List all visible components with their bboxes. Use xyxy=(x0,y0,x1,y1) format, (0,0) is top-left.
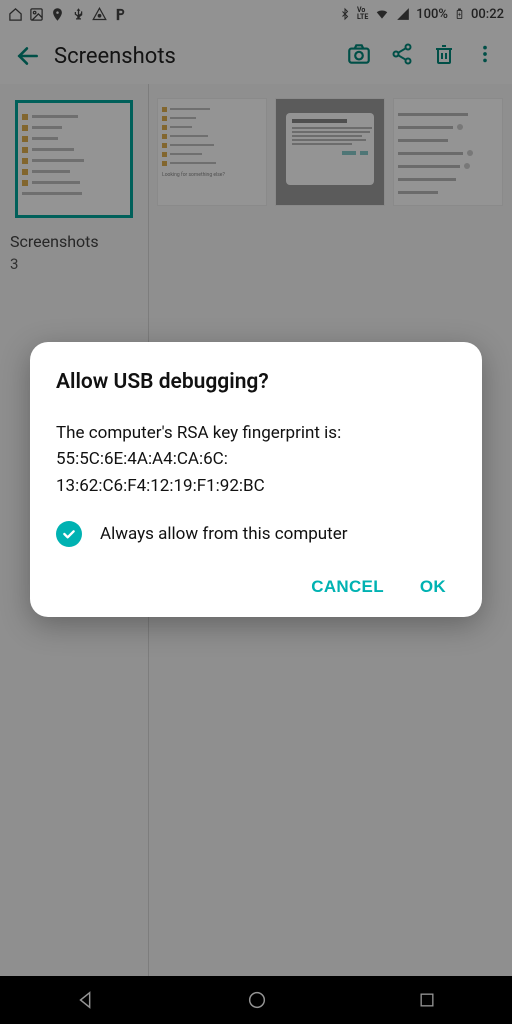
dialog-body-intro: The computer's RSA key fingerprint is: xyxy=(56,423,341,443)
usb-debugging-dialog: Allow USB debugging? The computer's RSA … xyxy=(30,342,482,617)
dialog-body: The computer's RSA key fingerprint is: 5… xyxy=(56,420,456,499)
always-allow-row[interactable]: Always allow from this computer xyxy=(56,521,456,547)
dialog-actions: CANCEL OK xyxy=(56,577,456,597)
checkbox-label: Always allow from this computer xyxy=(100,524,348,544)
dialog-title: Allow USB debugging? xyxy=(56,370,456,394)
ok-button[interactable]: OK xyxy=(420,577,446,597)
checkbox-checked-icon[interactable] xyxy=(56,521,82,547)
cancel-button[interactable]: CANCEL xyxy=(311,577,384,597)
fingerprint-line-2: 13:62:C6:F4:12:19:F1:92:BC xyxy=(56,476,265,496)
fingerprint-line-1: 55:5C:6E:4A:A4:CA:6C: xyxy=(56,449,228,469)
